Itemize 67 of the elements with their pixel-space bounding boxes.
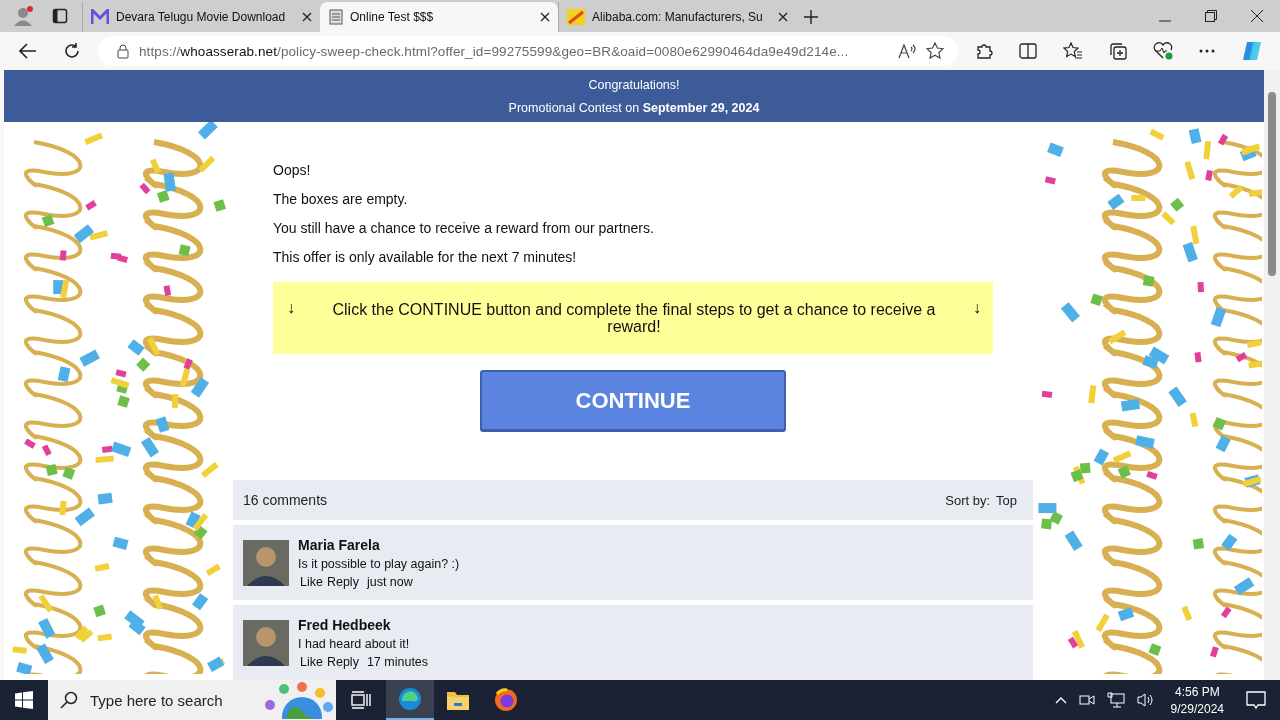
search-icon <box>60 691 78 709</box>
avatar <box>243 619 289 666</box>
windows-start-icon[interactable] <box>15 691 33 709</box>
taskbar-search-field[interactable]: Type here to search <box>48 680 336 720</box>
read-aloud-icon[interactable] <box>898 43 916 59</box>
notice-text: Click the CONTINUE button and complete the final steps to get a chance to receive a reward! <box>331 301 937 335</box>
close-icon[interactable] <box>778 12 788 22</box>
banner-title: Congratulations! <box>587 77 681 92</box>
assistant-icon[interactable] <box>1241 40 1263 62</box>
m-logo-icon <box>91 9 109 25</box>
health-icon[interactable] <box>1153 42 1173 60</box>
commenter-name: Maria Farela <box>298 536 381 553</box>
sort-label: Sort by: <box>945 492 991 508</box>
reload-icon[interactable] <box>63 42 81 60</box>
reply-link[interactable]: Reply <box>326 574 359 589</box>
address-bar[interactable]: https://whoasserab.net/policy-sweep-check.html?offer_id=99275599&geo=BR&oaid=0080e62990464da9e49d214e... <box>98 36 958 66</box>
browser-tab[interactable]: Online Test $$$ <box>320 2 558 32</box>
favorites-icon[interactable] <box>1063 42 1083 60</box>
back-icon[interactable] <box>19 43 37 59</box>
down-arrow: ↓ <box>973 299 981 317</box>
star-icon[interactable] <box>926 42 944 60</box>
like-link[interactable]: Like <box>300 654 323 669</box>
comment-text: Is it possible to play again? :) <box>298 556 460 571</box>
continue-button[interactable]: CONTINUE <box>480 370 786 432</box>
lock-icon <box>117 43 129 59</box>
taskbar-app[interactable] <box>386 680 434 720</box>
message-text: You still have a chance to receive a reward from our partners. <box>273 220 655 237</box>
notifications-icon[interactable] <box>1246 691 1266 709</box>
chevron-up-icon[interactable] <box>1054 696 1067 704</box>
url-text: https://whoasserab.net/policy-sweep-check.html?offer_id=99275599&geo=BR&oaid=0080e62990464da9e49d214e... <box>139 43 850 59</box>
document-icon <box>329 9 343 25</box>
clock-date: 9/29/2024 <box>1170 701 1224 716</box>
edge-icon <box>398 687 422 711</box>
fox-browser-icon <box>494 688 518 712</box>
close-icon[interactable] <box>1251 10 1263 22</box>
banner-subtitle: Promotional Contest on September 29, 2024 <box>507 100 761 115</box>
sort-dropdown[interactable]: Top <box>996 492 1017 508</box>
collections-icon[interactable] <box>1109 42 1127 60</box>
restore-icon[interactable] <box>1205 10 1217 22</box>
task-view-icon[interactable] <box>351 691 371 709</box>
clock-time: 4:56 PM <box>1174 684 1220 699</box>
puzzle-icon[interactable] <box>975 42 993 60</box>
like-link[interactable]: Like <box>300 574 323 589</box>
more-icon[interactable] <box>1199 49 1215 53</box>
down-arrow: ↓ <box>287 299 295 317</box>
comment-time: 17 minutes <box>366 654 429 669</box>
folder-icon <box>446 689 470 711</box>
new-tab-icon[interactable] <box>804 10 818 24</box>
message-text: Oops! <box>273 162 312 179</box>
search-input[interactable]: Type here to search <box>88 690 252 710</box>
network-icon[interactable] <box>1106 692 1125 708</box>
comment-count: 16 comments <box>243 492 328 508</box>
camera-icon[interactable] <box>1078 692 1095 708</box>
avatar <box>243 539 289 586</box>
commenter-name: Fred Hedbeek <box>298 616 392 633</box>
reply-link[interactable]: Reply <box>326 654 359 669</box>
volume-icon[interactable] <box>1136 692 1155 708</box>
split-screen-icon[interactable] <box>1019 42 1037 60</box>
tab-actions-icon[interactable] <box>52 8 68 24</box>
comment-time: just now <box>366 574 413 589</box>
scrollbar[interactable] <box>1264 70 1280 680</box>
close-icon[interactable] <box>302 12 312 22</box>
message-text: This offer is only available for the next 7 minutes! <box>273 249 578 266</box>
store-logo-icon <box>567 9 585 25</box>
comment-text: I had heard about it! <box>298 636 411 651</box>
close-icon[interactable] <box>540 12 550 22</box>
message-text: The boxes are empty. <box>273 191 409 208</box>
